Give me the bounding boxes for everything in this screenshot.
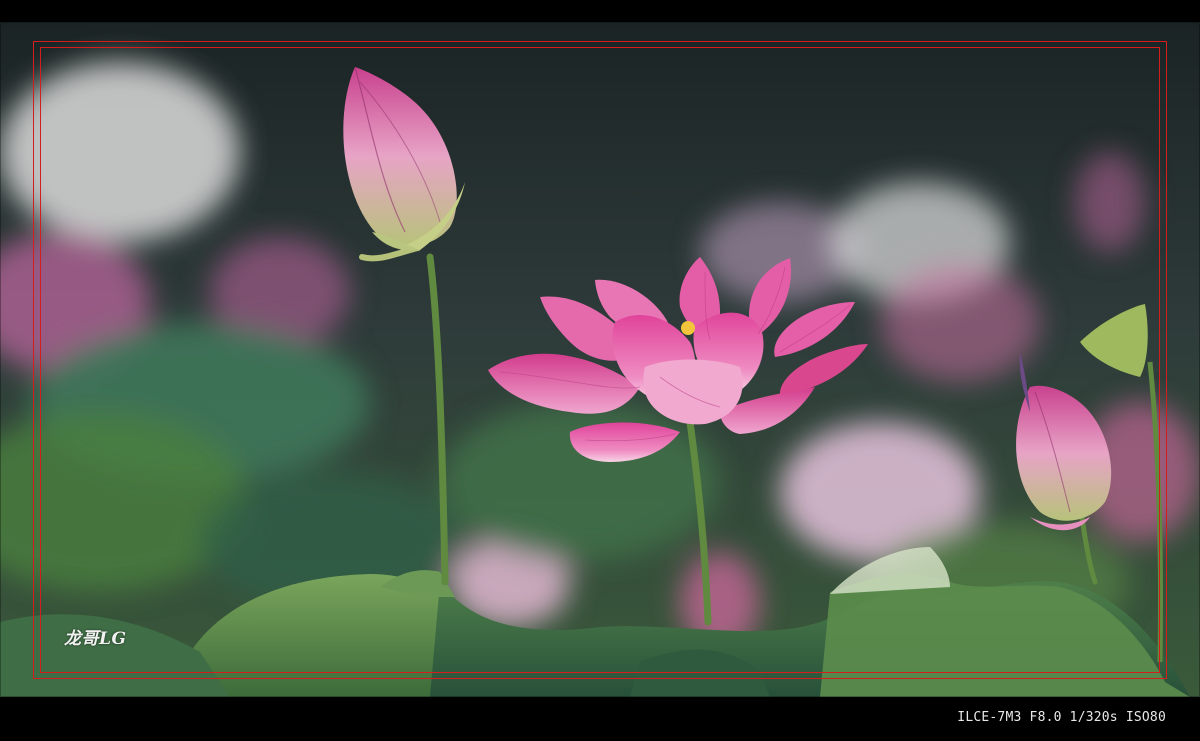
lotus-illustration (0, 22, 1200, 697)
watermark-signature: 龙哥LG (64, 629, 127, 649)
exif-caption: ILCE-7M3 F8.0 1/320s ISO80 (957, 710, 1166, 725)
lotus-photo (0, 22, 1200, 697)
photo-frame: 龙哥LG ILCE-7M3 F8.0 1/320s ISO80 (0, 0, 1200, 741)
